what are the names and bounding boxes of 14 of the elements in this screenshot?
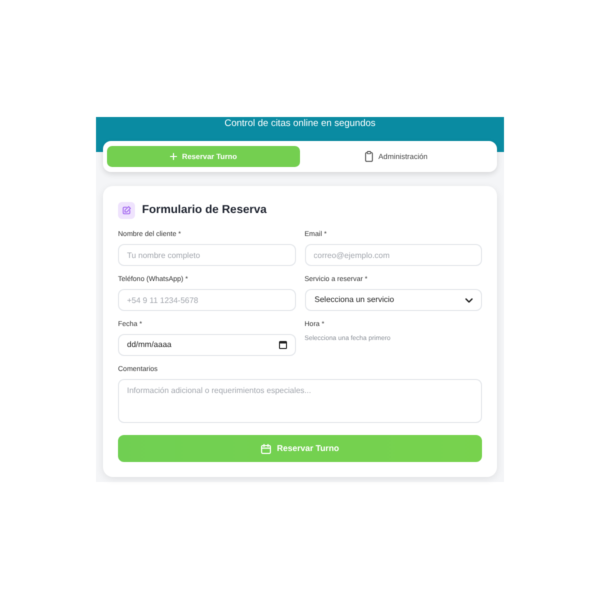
- date-field[interactable]: dd/mm/aaaa: [118, 334, 296, 356]
- clipboard-icon: [365, 151, 374, 162]
- chevron-down-icon: [465, 298, 473, 302]
- edit-icon: [118, 202, 135, 219]
- input-field[interactable]: +54 9 11 1234-5678: [118, 289, 296, 311]
- comments-field[interactable]: Información adicional o requerimientos especiales...: [118, 379, 482, 423]
- input-field[interactable]: Tu nombre completo: [118, 244, 296, 266]
- plus-icon: [170, 153, 178, 160]
- service-select[interactable]: Selecciona un servicio: [304, 289, 482, 311]
- input-field[interactable]: correo@ejemplo.com: [304, 244, 482, 266]
- form-title: Formulario de Reserva: [142, 203, 267, 218]
- calendar-icon: [278, 341, 286, 349]
- header-subtitle: Control de citas online en segundos: [223, 117, 377, 131]
- calendar-icon: [260, 444, 271, 454]
